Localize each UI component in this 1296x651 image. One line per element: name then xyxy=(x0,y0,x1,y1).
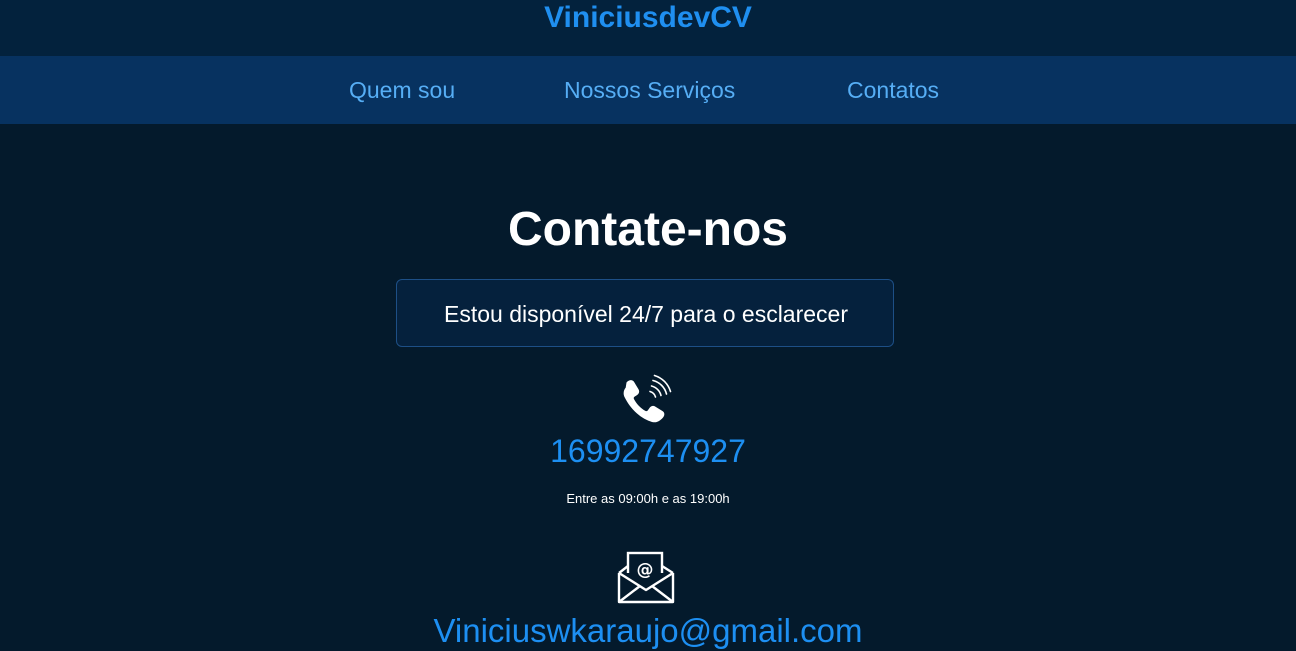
nav-link-quem-sou[interactable]: Quem sou xyxy=(349,75,455,105)
phone-number-link[interactable]: 16992747927 xyxy=(0,432,1296,470)
site-header: ViniciusdevCV xyxy=(0,0,1296,56)
main-nav: Quem sou Nossos Serviços Contatos xyxy=(0,56,1296,124)
nav-link-nossos-servicos[interactable]: Nossos Serviços xyxy=(564,75,735,105)
availability-text: Estou disponível 24/7 para o esclarecer xyxy=(443,301,849,327)
brand-title[interactable]: ViniciusdevCV xyxy=(0,0,1296,36)
page-title: Contate-nos xyxy=(508,203,788,256)
envelope-at-icon: @ xyxy=(617,551,675,604)
nav-link-contatos[interactable]: Contatos xyxy=(847,75,939,105)
availability-box: Estou disponível 24/7 para o esclarecer xyxy=(396,279,894,347)
svg-text:@: @ xyxy=(637,560,654,580)
business-hours: Entre as 09:00h e as 19:00h xyxy=(566,491,730,506)
email-link[interactable]: Viniciuswkaraujo@gmail.com xyxy=(0,611,1296,651)
phone-ringing-icon xyxy=(623,374,672,423)
